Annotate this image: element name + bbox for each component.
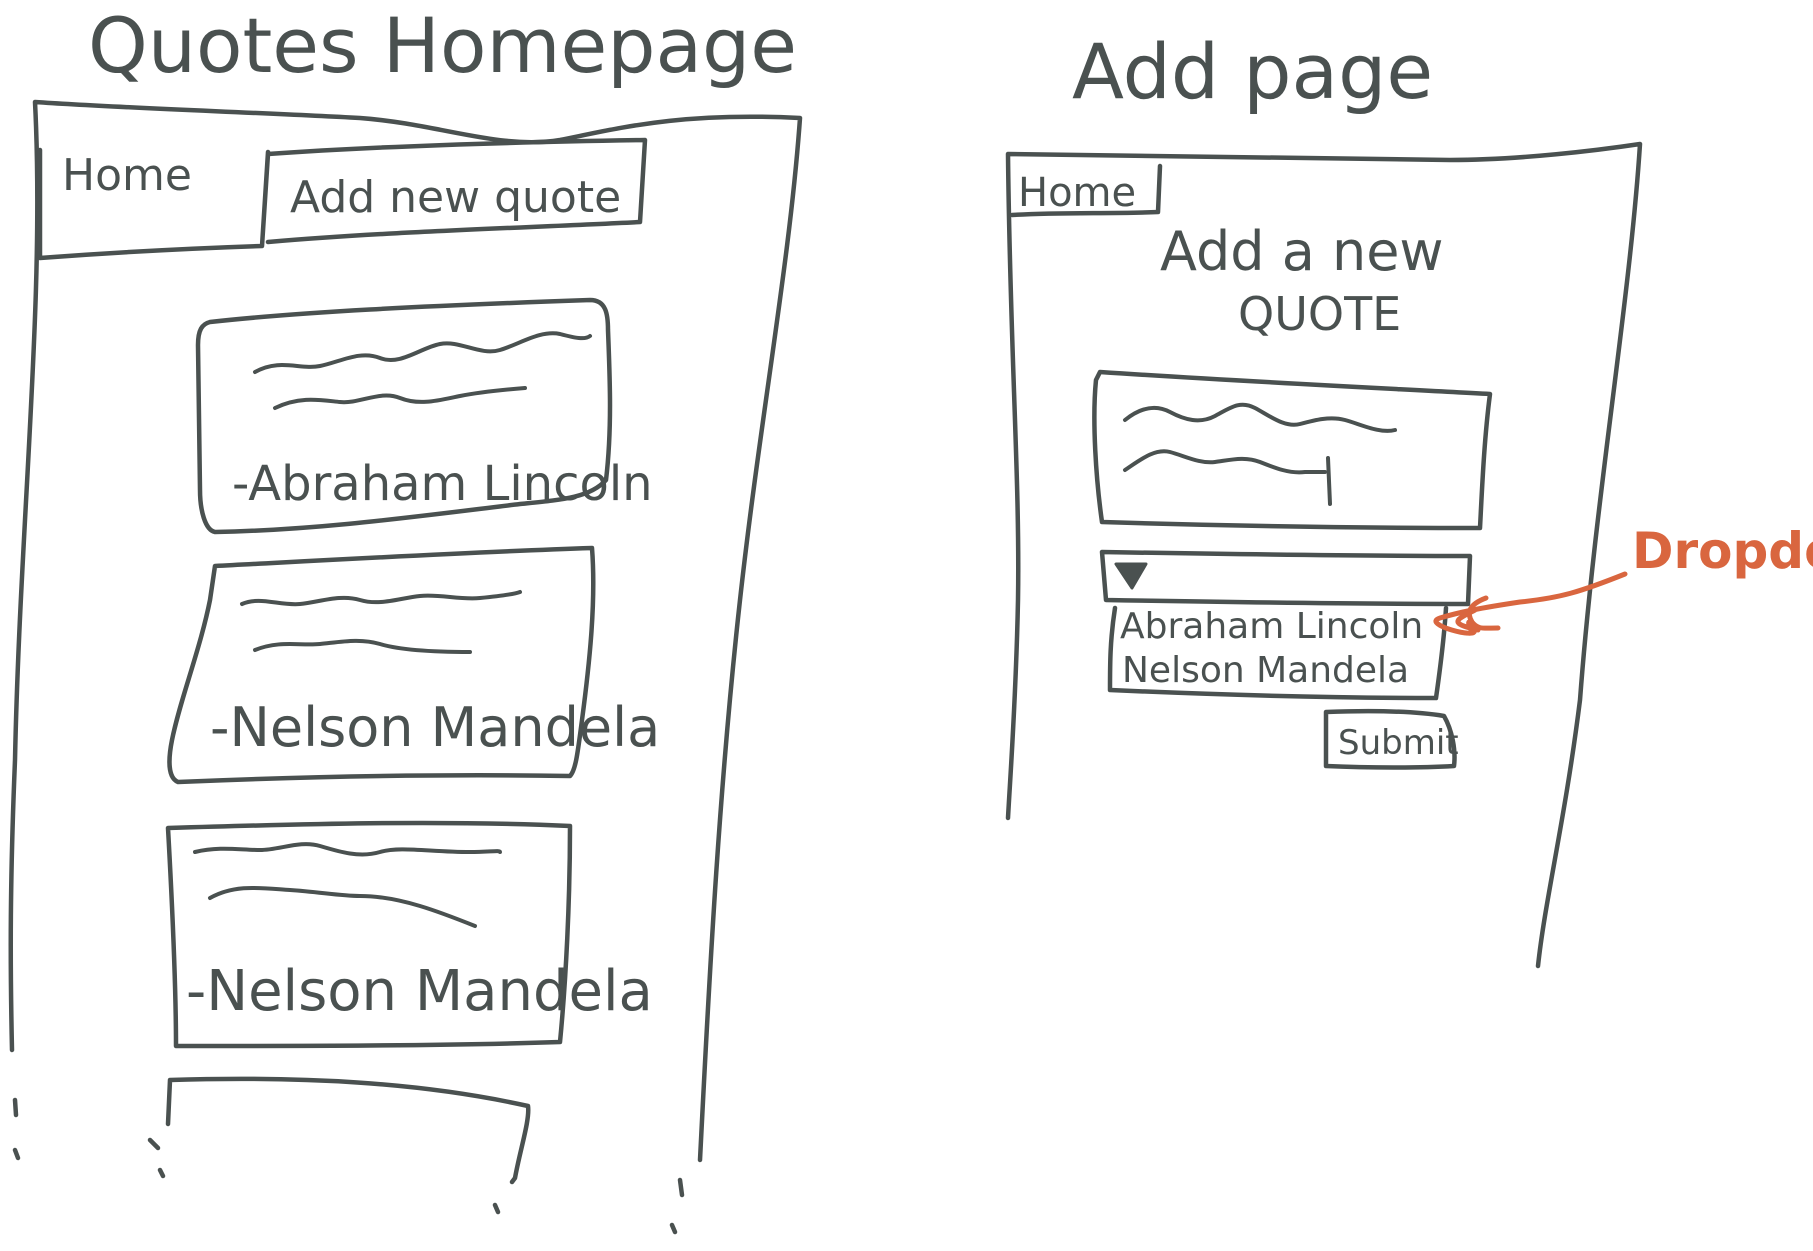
dropdown-option[interactable]: Abraham Lincoln — [1120, 606, 1423, 647]
home-page-title: Quotes Homepage — [88, 1, 797, 90]
quote-textarea-border — [1092, 369, 1493, 531]
quote-card-partial — [165, 1076, 531, 1185]
submit-button[interactable]: Submit — [1323, 708, 1459, 770]
quote-text-squiggle — [253, 331, 592, 374]
dropdown-select-box — [1099, 549, 1473, 607]
add-heading-line1: Add a new — [1160, 220, 1444, 283]
quote-text-squiggle — [253, 638, 472, 654]
quote-text-squiggle — [1123, 402, 1397, 433]
frame-bottom-fragments — [12, 1097, 685, 1235]
annotation-label: Dropdown — [1632, 522, 1813, 580]
home-nav-home-tab[interactable]: Home — [62, 150, 192, 201]
quote-text-squiggle — [1123, 449, 1327, 475]
add-nav-home-tab[interactable]: Home — [1018, 170, 1136, 216]
author-dropdown[interactable] — [1099, 549, 1473, 607]
add-tab-label: Add new quote — [290, 172, 621, 223]
quote-author: -Abraham Lincoln — [232, 456, 653, 512]
dropdown-annotation: Dropdown — [1433, 522, 1813, 636]
quote-text-squiggle — [208, 885, 477, 928]
quote-text-squiggle — [240, 590, 522, 607]
home-tab-label: Home — [62, 150, 192, 201]
quote-card: -Nelson Mandela — [165, 820, 653, 1049]
dropdown-options-list: Abraham Lincoln Nelson Mandela — [1107, 605, 1449, 701]
add-page-title: Add page — [1072, 27, 1433, 116]
quote-card: -Abraham Lincoln — [195, 297, 653, 535]
wireframe-sketch: Quotes Homepage Home Add new quote -Abra… — [8, 1, 1813, 1235]
add-heading-line2: QUOTE — [1238, 287, 1401, 341]
text-cursor — [1326, 456, 1332, 506]
add-home-tab-label: Home — [1018, 170, 1136, 216]
triangle-down-icon[interactable] — [1114, 562, 1148, 590]
quote-card: -Nelson Mandela — [167, 545, 660, 785]
quote-author: -Nelson Mandela — [186, 959, 653, 1024]
dropdown-option[interactable]: Nelson Mandela — [1122, 650, 1409, 691]
quote-text-squiggle — [273, 386, 527, 410]
home-nav-add-tab[interactable]: Add new quote — [290, 172, 621, 223]
quote-author: -Nelson Mandela — [210, 696, 660, 759]
quote-text-squiggle — [193, 842, 502, 857]
submit-button-label: Submit — [1338, 723, 1459, 763]
quote-text-input[interactable] — [1092, 369, 1493, 531]
